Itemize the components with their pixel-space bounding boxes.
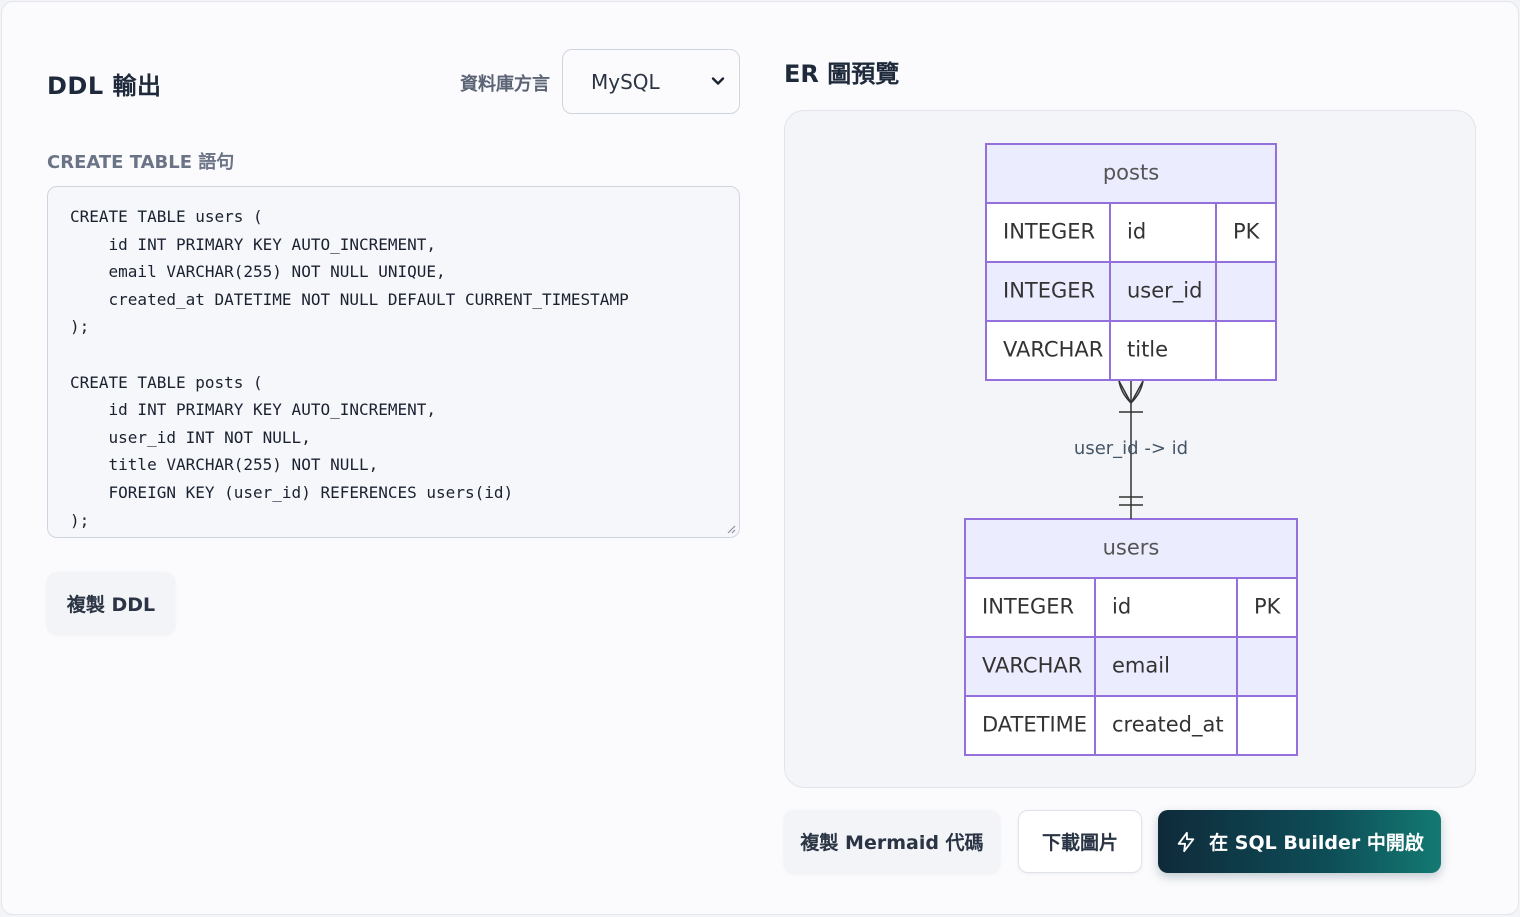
er-column-type: INTEGER	[1003, 279, 1095, 303]
er-table-name: users	[1103, 536, 1160, 560]
open-in-sql-builder-button[interactable]: 在 SQL Builder 中開啟	[1158, 810, 1441, 873]
er-column-name: email	[1112, 654, 1170, 678]
er-column-type: VARCHAR	[1003, 338, 1103, 362]
er-row-cell	[1215, 261, 1277, 322]
er-column-name: id	[1112, 595, 1131, 619]
er-row-cell	[1236, 695, 1298, 756]
er-column-type: DATETIME	[982, 713, 1087, 737]
er-column-name: id	[1127, 220, 1146, 244]
resize-handle-icon[interactable]	[726, 524, 736, 534]
open-in-sql-builder-label: 在 SQL Builder 中開啟	[1209, 832, 1424, 854]
dialect-select[interactable]: MySQL	[562, 49, 740, 114]
er-relationship-label: user_id -> id	[1074, 438, 1188, 459]
dialect-label: 資料庫方言	[460, 74, 550, 95]
dialect-select-value: MySQL	[591, 69, 660, 94]
er-column-type: INTEGER	[1003, 220, 1095, 244]
copy-ddl-button[interactable]: 複製 DDL	[47, 572, 175, 634]
chevron-down-icon	[711, 77, 725, 85]
er-column-type: VARCHAR	[982, 654, 1082, 678]
download-image-button[interactable]: 下載圖片	[1018, 810, 1142, 873]
ddl-textarea[interactable]: CREATE TABLE users ( id INT PRIMARY KEY …	[47, 186, 740, 538]
statement-label: CREATE TABLE 語句	[47, 152, 235, 173]
ddl-header: DDL 輸出 資料庫方言 MySQL	[47, 48, 740, 115]
ddl-er-panel: DDL 輸出 資料庫方言 MySQL CREATE TABLE 語句 CREAT…	[1, 1, 1519, 915]
er-column-name: title	[1127, 338, 1168, 362]
er-row-cell	[1236, 636, 1298, 697]
er-column-name: created_at	[1112, 713, 1224, 738]
er-diagram: posts INTEGER id PK INTEGER user_id VARCHAR tit…	[964, 143, 1298, 756]
er-row-cell	[1109, 202, 1217, 263]
er-column-key: PK	[1254, 595, 1282, 619]
copy-mermaid-button[interactable]: 複製 Mermaid 代碼	[784, 810, 1000, 873]
er-column-key: PK	[1233, 220, 1261, 244]
lightning-icon	[1177, 831, 1195, 852]
er-table-name: posts	[1103, 161, 1159, 185]
er-diagram-canvas: posts INTEGER id PK INTEGER user_id VARCHAR tit…	[784, 110, 1476, 788]
er-column-name: user_id	[1127, 279, 1202, 304]
ddl-code: CREATE TABLE users ( id INT PRIMARY KEY …	[70, 207, 629, 530]
er-title: ER 圖預覽	[784, 60, 900, 88]
er-row-cell	[1215, 320, 1277, 381]
ddl-title: DDL 輸出	[47, 72, 162, 100]
ddl-output-section: DDL 輸出 資料庫方言 MySQL CREATE TABLE 語句 CREAT…	[47, 48, 740, 634]
er-column-type: INTEGER	[982, 595, 1074, 619]
